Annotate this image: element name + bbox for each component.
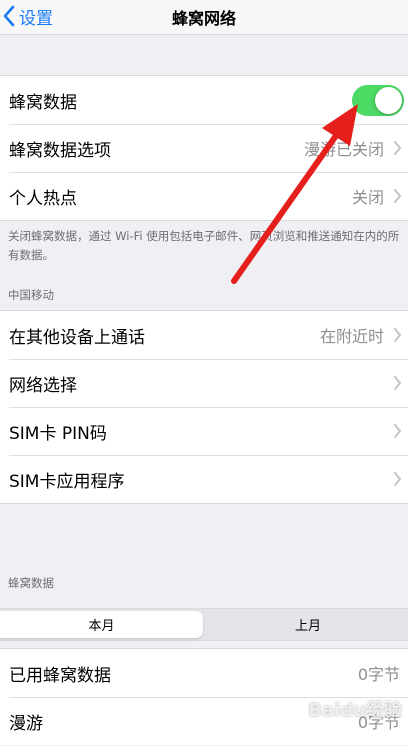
usage-header: 蜂窝数据 [8,576,54,590]
cellular-options-label: 蜂窝数据选项 [9,140,111,161]
chevron-right-icon [394,376,402,390]
other-devices-label: 在其他设备上通话 [9,327,145,348]
used-data-row: 已用蜂窝数据 0字节 [0,649,408,697]
cellular-footnote: 关闭蜂窝数据，通过 Wi-Fi 使用包括电子邮件、网页浏览和推送通知在内的所有数… [8,229,400,262]
network-select-label: 网络选择 [9,375,77,396]
navigation-bar: 设置 蜂窝网络 [0,0,408,35]
sim-apps-label: SIM卡应用程序 [9,471,125,492]
chevron-right-icon [394,472,402,486]
other-devices-row[interactable]: 在其他设备上通话 在附近时 [0,311,408,359]
cellular-options-row[interactable]: 蜂窝数据选项 漫游已关闭 [0,124,408,172]
chevron-right-icon [394,424,402,438]
cellular-data-row: 蜂窝数据 [0,76,408,124]
cellular-group: 蜂窝数据 蜂窝数据选项 漫游已关闭 个人热点 关闭 [0,75,408,221]
sim-pin-row[interactable]: SIM卡 PIN码 [0,407,408,455]
segment-this-month[interactable]: 本月 [0,611,203,638]
carrier-header: 中国移动 [8,288,54,302]
chevron-right-icon [394,189,402,203]
sim-pin-label: SIM卡 PIN码 [9,423,107,444]
roaming-label: 漫游 [9,713,43,734]
network-select-row[interactable]: 网络选择 [0,359,408,407]
sim-apps-row[interactable]: SIM卡应用程序 [0,455,408,503]
chevron-right-icon [394,141,402,155]
watermark: Baidu经验 [308,700,402,721]
period-segmented-control: 本月 上月 [0,608,408,641]
hotspot-row[interactable]: 个人热点 关闭 [0,172,408,220]
carrier-group: 在其他设备上通话 在附近时 网络选择 SIM卡 PIN码 SIM卡应用程序 [0,310,408,504]
cellular-data-label: 蜂窝数据 [9,92,77,113]
hotspot-value: 关闭 [351,188,384,207]
chevron-right-icon [394,328,402,342]
page-title: 蜂窝网络 [171,9,236,28]
used-data-value: 0字节 [357,665,400,684]
cellular-options-value: 漫游已关闭 [303,140,384,159]
segment-last-month[interactable]: 上月 [208,611,408,638]
used-data-label: 已用蜂窝数据 [9,665,111,686]
other-devices-value: 在附近时 [319,327,384,346]
cellular-data-toggle[interactable] [352,85,404,116]
hotspot-label: 个人热点 [9,188,77,209]
toggle-knob [375,87,402,114]
